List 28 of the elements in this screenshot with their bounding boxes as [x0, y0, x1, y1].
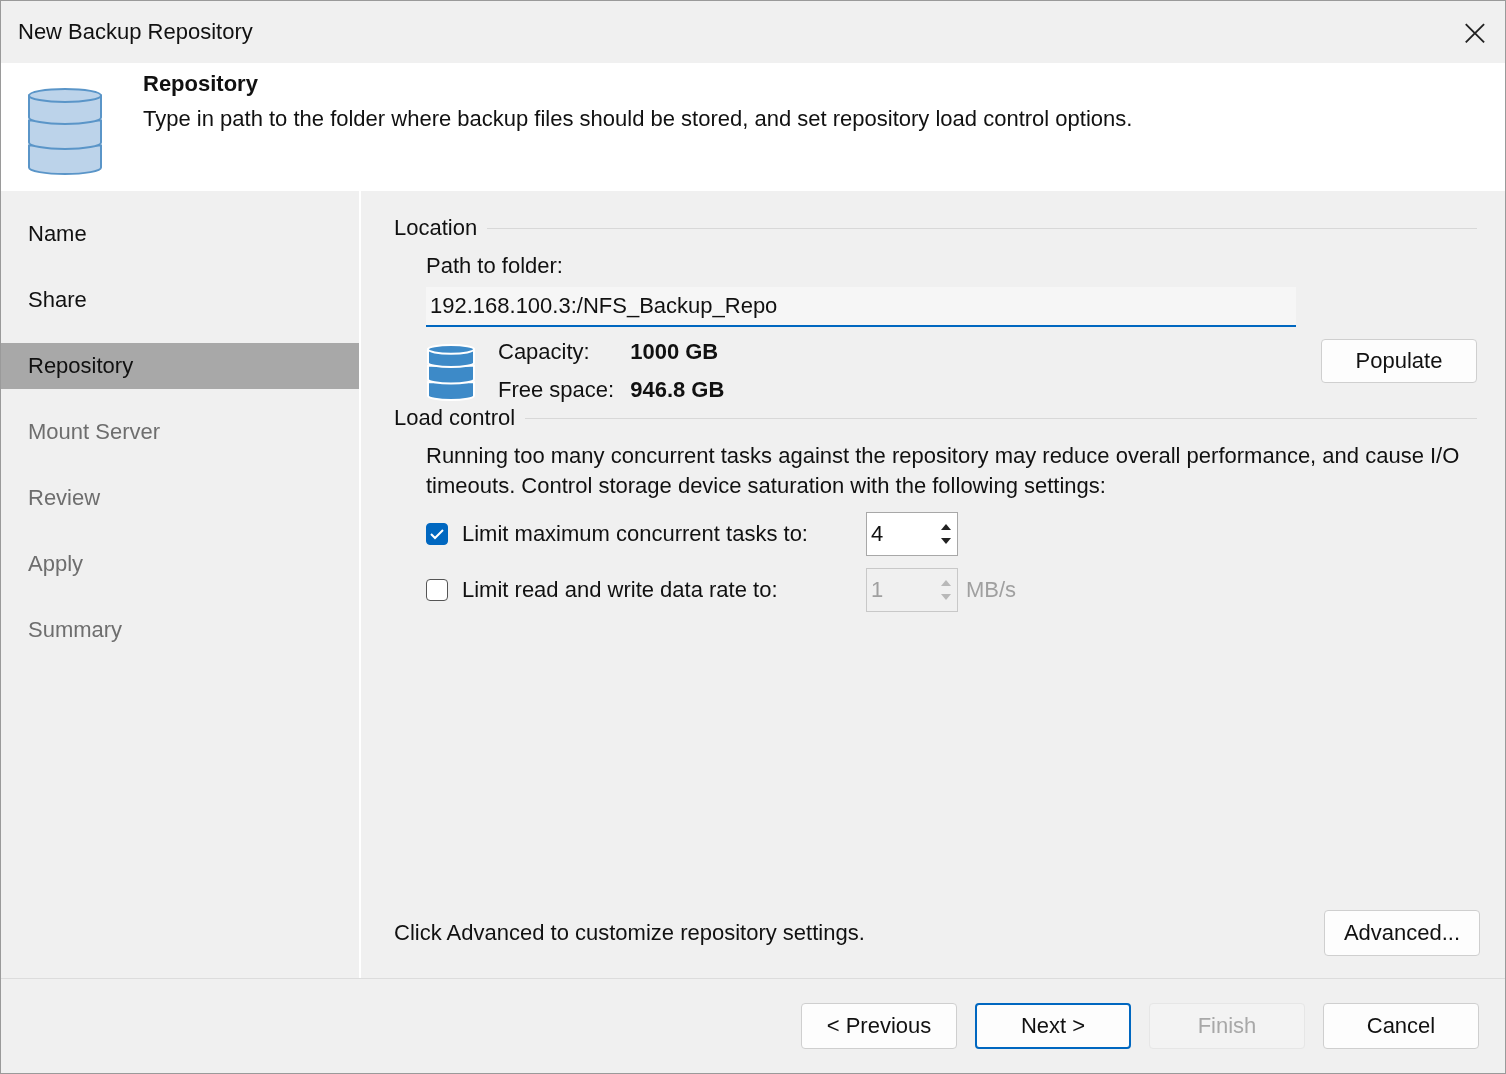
step-item[interactable]: Share [1, 277, 359, 323]
window-title: New Backup Repository [18, 19, 253, 45]
previous-button[interactable]: < Previous [801, 1003, 957, 1049]
step-item[interactable]: Repository [1, 343, 359, 389]
group-heading: Location [394, 215, 478, 241]
populate-button[interactable]: Populate [1321, 339, 1477, 383]
advanced-hint: Click Advanced to customize repository settings. [394, 920, 865, 946]
free-space-label: Free space: [498, 377, 615, 403]
checkbox[interactable] [426, 523, 448, 545]
path-field[interactable]: 192.168.100.3:/NFS_Backup_Repo [426, 287, 1296, 327]
checkbox-label: Limit read and write data rate to: [462, 577, 779, 603]
unit-label: MB/s [966, 577, 1017, 603]
number-spinner[interactable]: 4 [866, 512, 958, 556]
step-item[interactable]: Name [1, 211, 359, 257]
group-heading: Load control [394, 405, 516, 431]
checkmark-icon [429, 528, 445, 540]
field-label: Path to folder: [426, 253, 564, 279]
advanced-button[interactable]: Advanced... [1324, 910, 1480, 956]
header-description: Type in path to the folder where backup files should be stored, and set repository load control options. [143, 106, 1133, 132]
capacity-value: 1000 GB [630, 339, 720, 365]
next-button[interactable]: Next > [975, 1003, 1131, 1049]
header-title: Repository [143, 71, 259, 97]
load-control-description: Running too many concurrent tasks against the repository may reduce overall performance, and cause I/O timeouts. Control storage device saturation with the following settings: [426, 442, 1461, 500]
close-button[interactable]: × [1445, 2, 1505, 62]
free-space-value: 946.8 GB [630, 377, 725, 403]
checkbox-label: Limit maximum concurrent tasks to: [462, 521, 809, 547]
cancel-button[interactable]: Cancel [1323, 1003, 1479, 1049]
capacity-label: Capacity: [498, 339, 591, 365]
